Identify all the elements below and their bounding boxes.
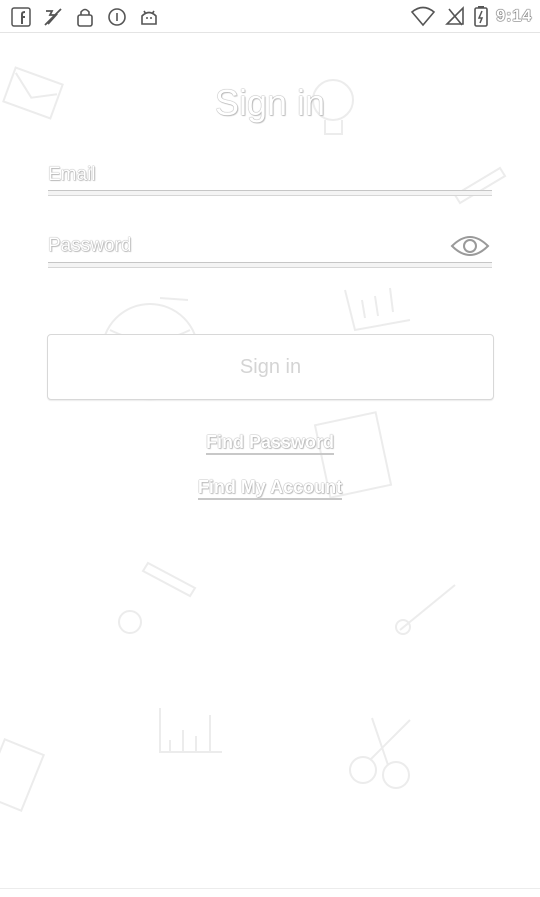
- sign-in-button-label: Sign in: [239, 355, 302, 378]
- status-bar-time: 9:14: [495, 6, 532, 25]
- show-password-eye-icon[interactable]: [450, 230, 490, 262]
- gear-doodle-icon: [118, 610, 142, 634]
- email-underline: [48, 190, 492, 196]
- circle-app-icon: [108, 8, 126, 26]
- sign-in-button[interactable]: Sign in: [47, 334, 494, 400]
- no-sim-icon: [44, 8, 62, 26]
- wifi-icon: [410, 6, 436, 27]
- find-account-label: Find My Account: [197, 477, 343, 500]
- status-bar-right: 9:14: [410, 5, 532, 27]
- email-field[interactable]: Email: [48, 164, 96, 186]
- pencil-doodle-icon: [453, 166, 507, 205]
- brush-doodle-icon: [395, 584, 456, 635]
- find-password-label: Find Password: [205, 432, 335, 455]
- map-doodle-icon: [0, 738, 46, 812]
- lock-icon: [77, 8, 93, 27]
- chart-doodle-icon: [344, 287, 411, 332]
- android-icon: [141, 10, 157, 25]
- status-bar: 9:14: [0, 0, 540, 33]
- status-bar-left: [10, 6, 160, 28]
- no-signal-icon: [445, 6, 464, 26]
- scissors-doodle-icon: [349, 717, 411, 789]
- password-field[interactable]: Password: [48, 235, 131, 257]
- bar-chart-doodle-icon: [159, 708, 222, 753]
- facebook-icon: [11, 7, 31, 27]
- bottom-divider: [0, 888, 540, 889]
- find-password-link[interactable]: Find Password: [0, 432, 540, 455]
- page-title: Sign in: [214, 82, 326, 123]
- find-account-link[interactable]: Find My Account: [0, 477, 540, 500]
- password-underline: [48, 262, 492, 268]
- battery-charging-icon: [474, 6, 488, 27]
- pen-doodle-icon: [141, 561, 197, 598]
